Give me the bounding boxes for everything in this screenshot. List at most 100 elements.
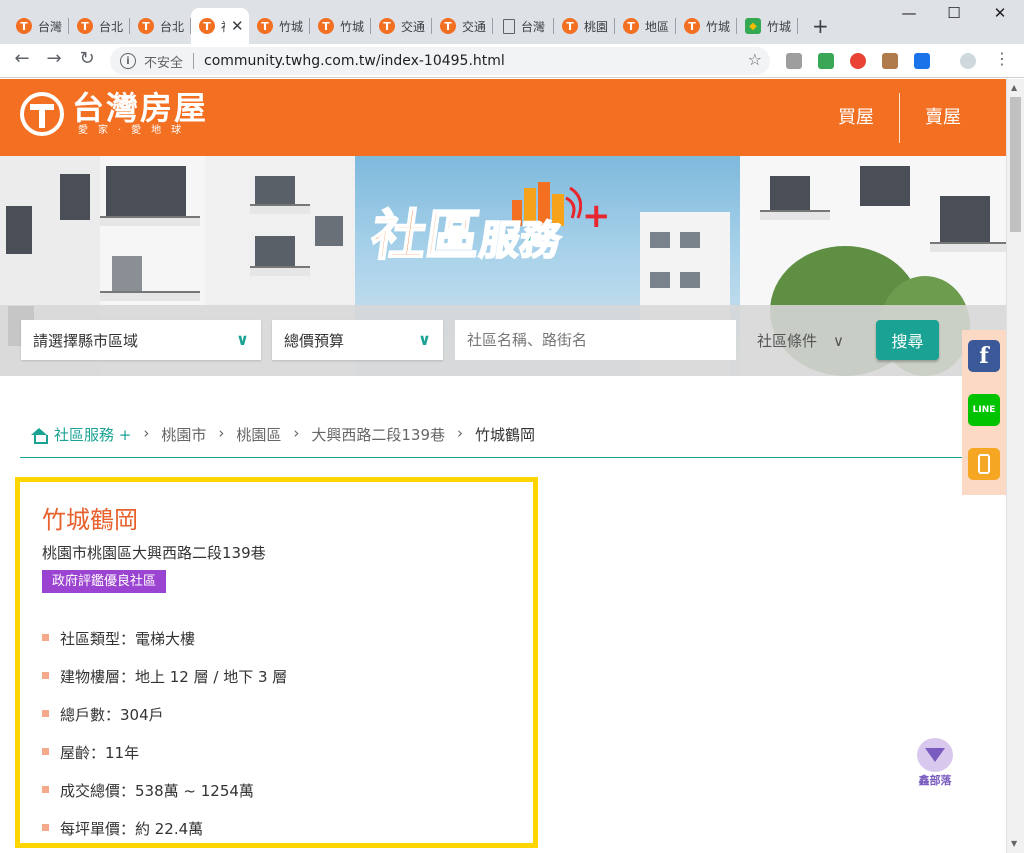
- chevron-down-icon: ∨: [833, 332, 844, 350]
- twhg-favicon-icon: T: [318, 18, 334, 34]
- list-item: 社區類型：電梯大樓: [42, 628, 287, 666]
- browser-tab[interactable]: T 桃園: [554, 8, 615, 44]
- twhg-favicon-icon: T: [684, 18, 700, 34]
- tab-strip: T台灣 T台北 T台北 T社✕ T竹城 T竹城 T交通 T交通 台灣 T桃園 T…: [8, 8, 798, 44]
- bullet-icon: [42, 786, 49, 793]
- browser-tab[interactable]: T 地區: [615, 8, 676, 44]
- breadcrumb-separator-icon: ›: [293, 424, 300, 442]
- close-tab-icon[interactable]: ✕: [231, 17, 244, 35]
- address-toolbar: ← → ↻ i 不安全 community.twhg.com.tw/index-…: [0, 44, 1024, 78]
- list-item: 成交總價：538萬 ~ 1254萬: [42, 780, 287, 818]
- document-favicon-icon: [503, 18, 515, 34]
- banner-slogan: 社區 服務: [367, 203, 565, 268]
- breadcrumb-street[interactable]: 大興西路二段139巷: [311, 424, 445, 445]
- maximize-icon[interactable]: ☐: [939, 4, 969, 22]
- back-arrow-icon[interactable]: ←: [10, 48, 34, 69]
- bullet-icon: [42, 672, 49, 679]
- extension-bag-icon[interactable]: [882, 53, 898, 69]
- extension-icon[interactable]: [786, 53, 802, 69]
- region-select[interactable]: 請選擇縣市區域 ∨: [21, 320, 261, 360]
- browser-tab[interactable]: T 竹城: [676, 8, 737, 44]
- site-logo[interactable]: 台灣房屋 愛家·愛地球: [20, 91, 208, 137]
- browser-tab[interactable]: T 竹城: [310, 8, 371, 44]
- breadcrumb-home[interactable]: 社區服務 +: [20, 424, 131, 445]
- nav-sell[interactable]: 賣屋: [925, 79, 961, 156]
- watermark: 鑫部落: [910, 738, 960, 788]
- twhg-favicon-icon: T: [379, 18, 395, 34]
- logo-tagline: 愛家·愛地球: [78, 125, 192, 136]
- breadcrumb-city[interactable]: 桃園市: [161, 424, 206, 445]
- minimize-icon[interactable]: —: [894, 4, 924, 22]
- security-label: 不安全: [144, 55, 184, 71]
- browser-tab[interactable]: T 竹城: [249, 8, 310, 44]
- list-item: 屋齡：11年: [42, 742, 287, 780]
- budget-select-label: 總價預算: [284, 331, 345, 350]
- twhg-favicon-icon: T: [199, 18, 215, 34]
- scroll-up-icon[interactable]: ▲: [1011, 83, 1017, 92]
- extension-mail-icon[interactable]: [818, 53, 834, 69]
- window-close-icon[interactable]: ✕: [985, 4, 1015, 22]
- chevron-down-icon: ∨: [236, 330, 249, 349]
- breadcrumb-current: 竹城鶴岡: [475, 426, 536, 444]
- bullet-icon: [42, 710, 49, 717]
- browser-tab-bar: T台灣 T台北 T台北 T社✕ T竹城 T竹城 T交通 T交通 台灣 T桃園 T…: [0, 0, 1024, 44]
- browser-tab[interactable]: T 台灣: [8, 8, 69, 44]
- extension-tab-icon[interactable]: [914, 53, 930, 69]
- slogan-plus: +: [582, 196, 611, 236]
- bullet-icon: [42, 824, 49, 831]
- site-header: 台灣房屋 愛家·愛地球 買屋 賣屋: [0, 79, 1006, 156]
- browser-tab[interactable]: T 台北: [69, 8, 130, 44]
- keyword-search-input[interactable]: [455, 320, 736, 360]
- new-tab-icon[interactable]: +: [812, 14, 829, 38]
- list-item: 每坪單價：約 22.4萬: [42, 818, 287, 853]
- omnibox[interactable]: i 不安全 community.twhg.com.tw/index-10495.…: [110, 47, 770, 75]
- region-select-label: 請選擇縣市區域: [33, 331, 139, 350]
- page-scrollbar[interactable]: ▲ ▼: [1006, 79, 1024, 853]
- bullet-icon: [42, 748, 49, 755]
- watermark-label: 鑫部落: [918, 774, 952, 787]
- url-text[interactable]: community.twhg.com.tw/index-10495.html: [204, 53, 505, 69]
- community-info-card: 竹城鶴岡 桃園市桃園區大興西路二段139巷 政府評鑑優良社區 社區類型：電梯大樓…: [15, 477, 538, 848]
- home-icon: [30, 427, 48, 444]
- browser-tab-active[interactable]: T社✕: [191, 8, 249, 44]
- extension-google-icon[interactable]: [850, 53, 866, 69]
- bookmark-star-icon[interactable]: ☆: [748, 50, 762, 69]
- nav-divider: [899, 93, 900, 143]
- list-item: 總戶數：304戶: [42, 704, 287, 742]
- twhg-favicon-icon: T: [77, 18, 93, 34]
- logo-text: 台灣房屋: [72, 89, 209, 127]
- breadcrumb-separator-icon: ›: [218, 424, 225, 442]
- reload-icon[interactable]: ↻: [75, 48, 99, 69]
- mobile-phone-icon[interactable]: [968, 448, 1000, 480]
- browser-tab[interactable]: T 台北: [130, 8, 191, 44]
- profile-avatar-icon[interactable]: [960, 53, 976, 69]
- twhg-logo-icon: [20, 92, 64, 136]
- award-badge: 政府評鑑優良社區: [42, 570, 167, 593]
- facebook-icon[interactable]: f: [968, 340, 1000, 372]
- scrollbar-thumb[interactable]: [1010, 97, 1021, 232]
- browser-tab[interactable]: 台灣: [493, 8, 554, 44]
- chevron-down-icon: ∨: [418, 330, 431, 349]
- search-button[interactable]: 搜尋: [876, 320, 939, 360]
- info-icon[interactable]: i: [120, 53, 136, 69]
- forward-arrow-icon[interactable]: →: [42, 48, 66, 69]
- community-address: 桃園市桃園區大興西路二段139巷: [42, 544, 266, 562]
- twhg-favicon-icon: T: [16, 18, 32, 34]
- line-icon[interactable]: LINE: [968, 394, 1000, 426]
- browser-tab[interactable]: T 交通: [371, 8, 432, 44]
- attribute-list: 社區類型：電梯大樓 建物樓層：地上 12 層 / 地下 3 層 總戶數：304戶…: [42, 628, 287, 853]
- menu-dots-icon[interactable]: ⋮: [990, 49, 1014, 68]
- browser-tab[interactable]: T 交通: [432, 8, 493, 44]
- scroll-down-icon[interactable]: ▼: [1011, 839, 1017, 848]
- twhg-favicon-icon: T: [440, 18, 456, 34]
- twhg-favicon-icon: T: [562, 18, 578, 34]
- budget-select[interactable]: 總價預算 ∨: [272, 320, 443, 360]
- browser-tab[interactable]: ◆ 竹城: [737, 8, 798, 44]
- breadcrumb-separator-icon: ›: [143, 424, 150, 442]
- omnibox-separator: [193, 53, 195, 69]
- conditions-dropdown[interactable]: 社區條件 ∨: [757, 330, 844, 351]
- breadcrumb-district[interactable]: 桃園區: [236, 424, 281, 445]
- conditions-label: 社區條件: [757, 332, 818, 350]
- nav-buy[interactable]: 買屋: [838, 79, 874, 156]
- twhg-favicon-icon: T: [138, 18, 154, 34]
